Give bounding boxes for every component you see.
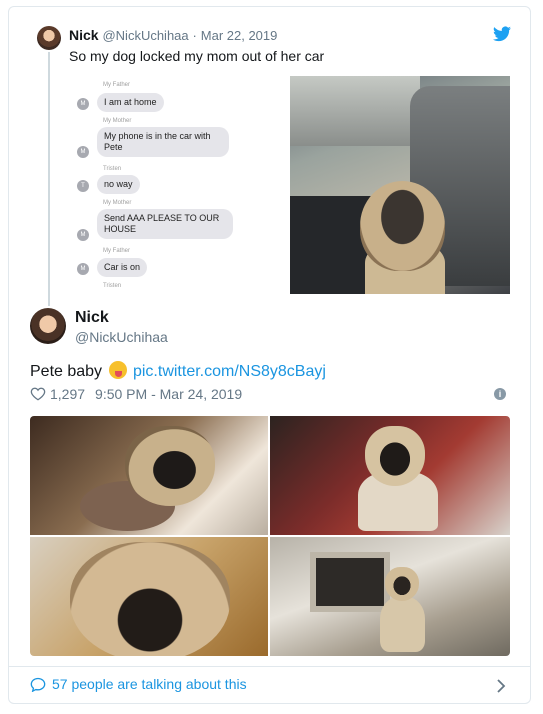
chat-sender: Tristen	[103, 166, 122, 172]
quoted-date[interactable]: Mar 22, 2019	[201, 28, 278, 43]
photo-pug-with-toy[interactable]	[30, 416, 268, 535]
pug-face	[70, 542, 230, 656]
twitter-bird-icon[interactable]	[493, 26, 511, 42]
chat-sender: My Father	[103, 82, 131, 88]
thread-line	[48, 52, 50, 306]
chat-screenshot: My Father M I am at home My Mother M My …	[69, 76, 285, 294]
photo-pug-by-fireplace[interactable]	[270, 537, 510, 656]
pug-face	[385, 567, 419, 601]
quoted-author-handle[interactable]: @NickUchihaa	[102, 28, 188, 43]
quoted-header: Nick @NickUchihaa · Mar 22, 2019	[69, 27, 277, 44]
conversation-link[interactable]: 57 people are talking about this	[30, 676, 247, 692]
info-icon[interactable]: i	[494, 388, 506, 400]
chat-sender: My Father	[103, 248, 131, 254]
chat-avatar: M	[77, 229, 89, 241]
quoted-tweet-text: So my dog locked my mom out of her car	[69, 48, 325, 64]
tongue-emoji-icon	[108, 361, 127, 379]
chat-bubble: Car is on	[97, 258, 148, 277]
pug-face	[360, 181, 445, 271]
tweet-text: Pete baby pic.twitter.com/NS8y8cBayj	[30, 361, 326, 382]
pug-face	[365, 426, 425, 486]
chat-bubble: no way	[97, 175, 140, 194]
quoted-dot: ·	[192, 28, 197, 43]
chat-avatar: M	[77, 263, 89, 275]
quoted-avatar[interactable]	[37, 26, 61, 50]
chat-avatar: M	[77, 146, 89, 158]
tweet-timestamp[interactable]: 9:50 PM - Mar 24, 2019	[95, 386, 242, 402]
chevron-right-icon[interactable]	[496, 679, 506, 693]
chat-sender: My Mother	[103, 118, 132, 124]
photo-pug-on-blanket[interactable]	[270, 416, 510, 535]
chat-bubble: My phone is in the car with Pete	[97, 127, 229, 157]
chat-avatar: T	[77, 180, 89, 192]
chat-bubble: I am at home	[97, 93, 164, 112]
chat-sender: Tristen	[103, 283, 122, 289]
pug-body	[380, 597, 425, 652]
chat-avatar: M	[77, 98, 89, 110]
quoted-photo-chat-screenshot[interactable]: My Father M I am at home My Mother M My …	[69, 76, 285, 294]
author-avatar[interactable]	[30, 308, 66, 344]
pug-face	[125, 426, 215, 506]
chat-sender: My Mother	[103, 200, 132, 206]
footer-divider	[9, 666, 530, 667]
photo-grid	[30, 416, 510, 656]
quoted-photo-pug-in-car[interactable]	[290, 76, 510, 294]
car-dashboard	[290, 76, 420, 146]
quoted-author-name[interactable]: Nick	[69, 27, 99, 43]
fireplace	[310, 552, 390, 612]
heart-icon[interactable]	[30, 387, 46, 401]
like-count[interactable]: 1,297	[50, 386, 85, 402]
tweet-meta: 1,297 9:50 PM - Mar 24, 2019	[30, 386, 242, 402]
chat-bubble: Send AAA PLEASE TO OUR HOUSE	[97, 209, 233, 239]
photo-pug-closeup[interactable]	[30, 537, 268, 656]
conversation-text[interactable]: 57 people are talking about this	[52, 676, 247, 692]
tweet-media-link[interactable]: pic.twitter.com/NS8y8cBayj	[133, 363, 326, 380]
tweet-text-body: Pete baby	[30, 363, 103, 380]
comment-icon	[30, 677, 46, 692]
author-handle[interactable]: @NickUchihaa	[75, 329, 168, 345]
author-name[interactable]: Nick	[75, 309, 109, 327]
